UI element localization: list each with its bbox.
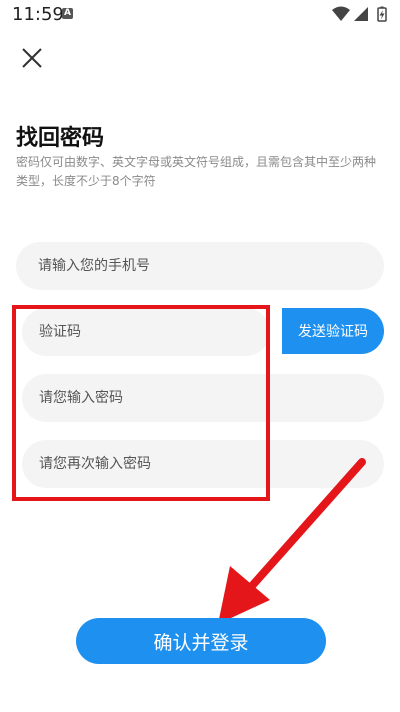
status-time: 11:59 <box>12 4 64 25</box>
notification-a-icon: A <box>62 8 73 19</box>
find-password-page: 11:59 A 找回密码 密码仅可由数字、英文字母或英文符号组成，且需包含其中至… <box>0 0 400 712</box>
battery-charging-icon <box>377 6 387 22</box>
verification-code-field <box>22 308 270 356</box>
close-icon <box>22 48 42 68</box>
send-code-button[interactable]: 发送验证码 <box>282 308 384 354</box>
signal-icon <box>354 7 368 21</box>
confirm-login-button[interactable]: 确认并登录 <box>76 618 326 664</box>
verification-code-input[interactable] <box>22 308 270 356</box>
arrow-annotation <box>218 458 366 624</box>
phone-field <box>16 242 384 290</box>
wifi-icon <box>332 6 350 21</box>
status-icons <box>332 6 390 22</box>
password-input[interactable] <box>22 374 384 422</box>
password-rules-text: 密码仅可由数字、英文字母或英文符号组成，且需包含其中至少两种类型，长度不少于8个… <box>16 155 377 188</box>
confirm-password-input[interactable] <box>22 440 384 488</box>
status-bar: 11:59 A <box>0 0 400 30</box>
phone-input[interactable] <box>16 242 384 290</box>
confirm-password-field <box>22 440 384 488</box>
arrow-head-icon <box>218 566 270 624</box>
page-title: 找回密码 <box>16 126 105 151</box>
password-field <box>22 374 384 422</box>
close-button[interactable] <box>18 44 46 72</box>
